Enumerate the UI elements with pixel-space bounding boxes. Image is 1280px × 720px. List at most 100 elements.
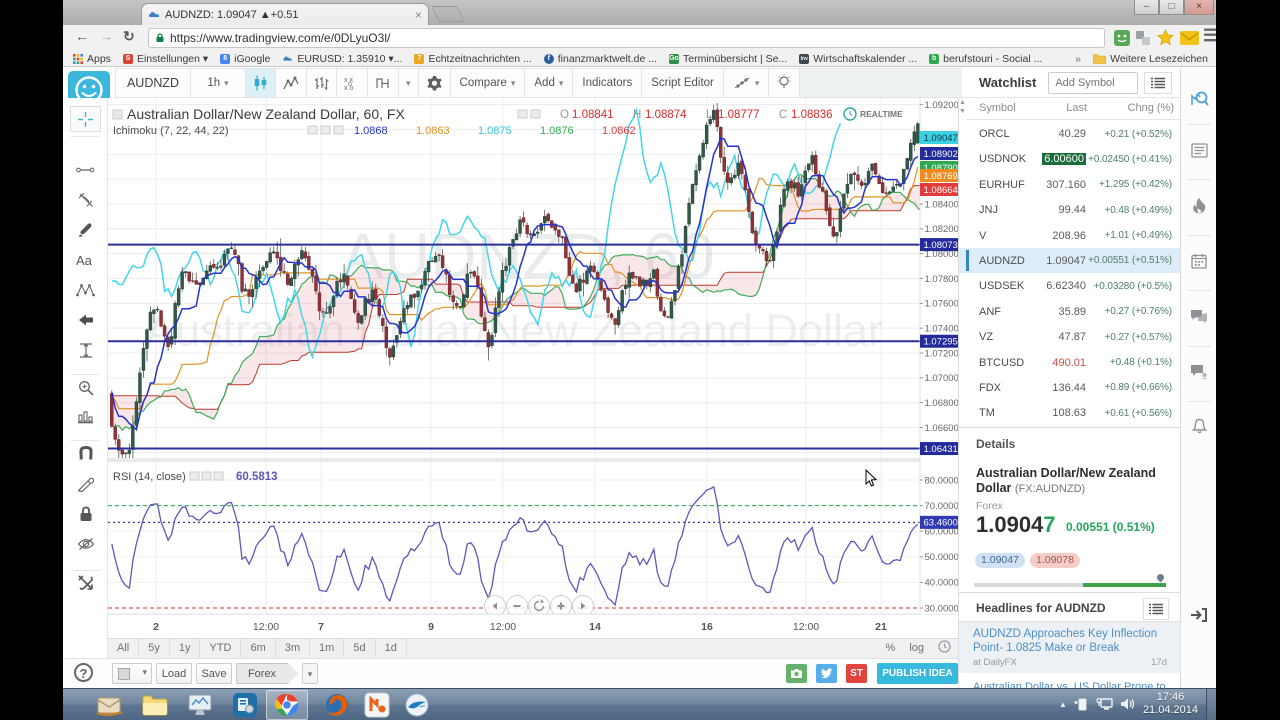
legend-button[interactable] [518,110,527,118]
legend-button[interactable] [214,472,223,480]
reload-icon[interactable]: ↻ [123,28,135,45]
watchlist-row-TM[interactable]: TM108.63+0.61 (+0.56%) [959,400,1180,425]
bookmark-berufstouri[interactable]: bberufstouri - Social ... [929,53,1042,65]
crosshair-tool-button[interactable] [70,106,101,132]
chart-style-more-button[interactable]: ▾ [399,69,419,97]
trend-line-tool-button[interactable] [63,156,108,184]
ideas-flame-button[interactable] [1181,190,1216,220]
ideas-bulb-button[interactable] [769,69,800,97]
browser-tab[interactable]: AUDNZD: 1.09047 ▲+0.51 × [141,3,429,25]
window-close-button[interactable]: × [1184,0,1214,15]
range-YTD[interactable]: YTD [200,639,241,658]
save-button[interactable]: Save [196,663,232,684]
xabcd-pattern-tool-button[interactable] [63,276,108,304]
tab-close-icon[interactable]: × [415,10,422,20]
object-tree-tool-button[interactable] [63,568,108,596]
taskbar-chrome-icon[interactable] [272,692,302,718]
tray-volume-icon[interactable] [1120,697,1136,711]
window-minimize-button[interactable]: – [1134,0,1159,15]
taskbar-mail-icon[interactable] [95,692,125,718]
price-range-tool-button[interactable] [63,336,108,364]
pitchfork-tool-button[interactable] [63,186,108,214]
arrow-tool-button[interactable] [63,306,108,334]
headline-item[interactable]: Australian Dollar vs. US Dollar Prone to [959,675,1180,688]
range-1m[interactable]: 1m [310,639,344,658]
tray-network-icon[interactable] [1096,697,1113,711]
watchlist-row-V[interactable]: V208.96+1.01 (+0.49%) [959,223,1180,248]
watchlist-row-ORCL[interactable]: ORCL40.29+0.21 (+0.52%) [959,121,1180,146]
pane-separator[interactable] [108,458,958,462]
snapshot-button[interactable] [786,664,807,683]
chart-area[interactable]: AUDNZD, 60Australian Dollar/New Zealand … [108,98,958,638]
twitter-button[interactable] [816,664,837,683]
taskbar-settings-app-icon[interactable] [230,692,260,718]
headline-link[interactable]: Australian Dollar vs. US Dollar Prone to [973,680,1171,688]
range-1y[interactable]: 1y [170,639,201,658]
chart-style-bars-button[interactable] [307,69,337,97]
session-clock-icon[interactable] [938,640,951,653]
col-symbol[interactable]: Symbol [979,102,1016,114]
add-button[interactable]: Add▾ [525,69,573,97]
other-bookmarks-folder[interactable]: Weitere Lesezeichen [1093,53,1208,65]
range-5d[interactable]: 5d [344,639,375,658]
extension-icon[interactable] [1114,30,1130,46]
scale-percent[interactable]: % [879,639,903,658]
calendar-button[interactable] [1181,246,1216,276]
address-bar[interactable]: https://www.tradingview.com/e/0DLyuO3l/ [148,28,1105,48]
layout-tab[interactable]: Forex [236,663,298,684]
range-All[interactable]: All [108,639,139,658]
legend-collapse-icon[interactable] [113,110,122,119]
col-chng[interactable]: Chng (%) [1128,102,1174,114]
tray-expand-icon[interactable]: ▲ [1059,700,1067,709]
hide-panel-button[interactable] [1181,600,1216,630]
bookmark-einstellungen[interactable]: SEinstellungen ▾ [123,53,208,65]
chart-style-step-button[interactable] [368,69,399,97]
legend-button[interactable] [308,126,317,134]
load-button[interactable]: Load [156,663,192,684]
publish-idea-button[interactable]: PUBLISH IDEA [877,663,958,684]
compare-button[interactable]: Compare▾ [451,69,526,97]
legend-button[interactable] [321,126,330,134]
public-chat-button[interactable] [1181,356,1216,386]
symbol-input[interactable]: AUDNZD [116,69,191,97]
bookmark-echtzeitnachrichten[interactable]: 7Echtzeitnachrichten ... [414,53,531,65]
taskbar-nitro-icon[interactable] [362,692,392,718]
bookmark-wirtschaftskalender[interactable]: InvWirtschaftskalender ... [799,53,917,65]
range-5y[interactable]: 5y [139,639,170,658]
news-button[interactable] [1181,135,1216,165]
watchlist-row-JNJ[interactable]: JNJ99.44+0.48 (+0.49%) [959,197,1180,222]
drawing-mode-tool-button[interactable] [63,470,108,498]
headlines-menu-button[interactable] [1143,598,1169,620]
bookmark-finanzmarktwelt[interactable]: ffinanzmarktwelt.de ... [544,53,657,65]
watchlist-row-EURHUF[interactable]: EURHUF307.160+1.295 (+0.42%) [959,172,1180,197]
show-desktop-button[interactable] [1206,689,1216,720]
menu-hamburger-icon[interactable]: ☰ [1203,26,1216,46]
script-editor-button[interactable]: Script Editor [642,69,724,97]
legend-button[interactable] [190,472,199,480]
extension2-icon[interactable] [1135,30,1151,46]
back-icon[interactable]: ← [75,28,89,44]
taskbar-openoffice-icon[interactable] [402,692,432,718]
lock-tool-button[interactable] [63,500,108,528]
taskbar-firefox-icon[interactable] [322,692,352,718]
chart-style-line-button[interactable] [276,69,307,97]
magnet-tool-button[interactable] [63,440,108,468]
legend-button[interactable] [202,472,211,480]
indicators-button[interactable]: Indicators [573,69,642,97]
bookmark-apps[interactable]: Apps [73,53,111,65]
stocktwits-button[interactable]: ST [846,664,867,683]
watchlist-row-USDNOK[interactable]: USDNOK6.00600+0.02450 (+0.41%) [959,146,1180,171]
col-last[interactable]: Last [1032,102,1087,114]
bookmark-eurusd[interactable]: EURUSD: 1.35910 ▾... [282,53,402,65]
new-tab-button[interactable] [431,6,464,22]
interval-select[interactable]: 1h▾ [191,69,246,97]
screener-search-button[interactable] [1181,83,1216,113]
taskbar-monitor-icon[interactable] [185,692,215,718]
headline-item[interactable]: AUDNZD Approaches Key Inflection Point- … [959,621,1180,673]
bookmark-star-icon[interactable] [1157,29,1174,46]
range-3m[interactable]: 3m [276,639,310,658]
mail-icon[interactable] [1180,31,1199,45]
bookmark-terminuebersicht[interactable]: GoTerminübersicht | Se... [669,53,787,65]
text-tool-button[interactable]: Aa [63,246,108,274]
window-maximize-button[interactable]: □ [1159,0,1184,15]
